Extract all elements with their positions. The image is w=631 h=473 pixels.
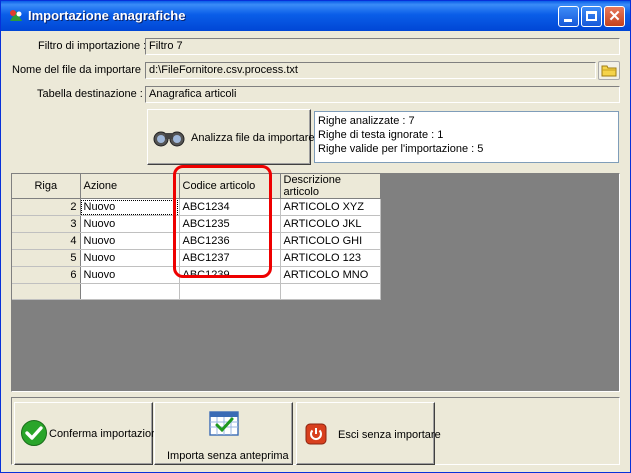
- import-without-preview-label: Importa senza anteprima: [167, 450, 289, 462]
- window-title: Importazione anagrafiche: [28, 8, 186, 23]
- analyze-file-button[interactable]: Analizza file da importare: [147, 109, 315, 165]
- cell-riga: 4: [12, 232, 81, 250]
- analyze-file-label: Analizza file da importare: [191, 132, 315, 144]
- binoculars-icon: [153, 131, 185, 147]
- cell-riga-empty: [12, 283, 81, 300]
- import-without-preview-button[interactable]: Importa senza anteprima: [154, 402, 293, 465]
- codice-column-highlight: [173, 165, 272, 278]
- results-line-valid: Righe valide per l'importazione : 5: [318, 143, 484, 155]
- minimize-button[interactable]: [558, 6, 579, 27]
- cell-descrizione[interactable]: ARTICOLO 123: [280, 249, 381, 267]
- results-line-analyzed: Righe analizzate : 7: [318, 115, 415, 127]
- results-line-ignored: Righe di testa ignorate : 1: [318, 129, 444, 141]
- app-icon: [10, 10, 22, 21]
- table-row-new[interactable]: [12, 283, 381, 300]
- exit-without-import-button[interactable]: Esci senza importare: [296, 402, 441, 465]
- file-label: Nome del file da importare :: [12, 64, 148, 76]
- confirm-import-label: Conferma importazior: [49, 428, 155, 440]
- cell-riga: 5: [12, 249, 81, 267]
- maximize-icon: [586, 11, 597, 21]
- cell-descrizione[interactable]: ARTICOLO XYZ: [280, 198, 381, 216]
- table-field[interactable]: Anagrafica articoli: [145, 86, 620, 103]
- close-icon: ✕: [608, 8, 621, 25]
- maximize-button[interactable]: [581, 6, 602, 27]
- calendar-check-icon: [209, 411, 239, 436]
- cell-riga: 3: [12, 215, 81, 233]
- folder-icon: [601, 65, 617, 77]
- cell-descrizione-empty[interactable]: [280, 283, 381, 300]
- col-header-azione[interactable]: Azione: [80, 174, 180, 199]
- file-path-field[interactable]: d:\FileFornitore.csv.process.txt: [145, 62, 596, 79]
- exit-without-import-label: Esci senza importare: [338, 429, 441, 441]
- cell-descrizione[interactable]: ARTICOLO GHI: [280, 232, 381, 250]
- close-button[interactable]: ✕: [604, 6, 625, 27]
- col-header-descrizione[interactable]: Descrizione articolo: [280, 174, 381, 199]
- cell-codice-empty[interactable]: [179, 283, 281, 300]
- col-header-riga[interactable]: Riga: [12, 174, 81, 199]
- title-bar[interactable]: Importazione anagrafiche ✕: [1, 1, 630, 31]
- filter-field[interactable]: Filtro 7: [145, 38, 620, 55]
- cell-descrizione[interactable]: ARTICOLO MNO: [280, 266, 381, 284]
- import-window: Importazione anagrafiche ✕ Filtro di imp…: [0, 0, 631, 473]
- cell-azione[interactable]: Nuovo: [80, 249, 180, 267]
- filter-label: Filtro di importazione :: [38, 40, 147, 52]
- power-icon: [305, 423, 327, 445]
- cell-azione-empty[interactable]: [80, 283, 180, 300]
- cell-azione[interactable]: Nuovo: [80, 198, 180, 216]
- preview-grid[interactable]: Riga Azione Codice articolo Descrizione …: [11, 173, 620, 392]
- cell-azione[interactable]: Nuovo: [80, 232, 180, 250]
- analysis-results: Righe analizzate : 7 Righe di testa igno…: [314, 111, 619, 163]
- table-label: Tabella destinazione :: [37, 88, 143, 100]
- cell-azione[interactable]: Nuovo: [80, 266, 180, 284]
- cell-azione[interactable]: Nuovo: [80, 215, 180, 233]
- cell-riga: 6: [12, 266, 81, 284]
- cell-descrizione[interactable]: ARTICOLO JKL: [280, 215, 381, 233]
- confirm-import-button[interactable]: Conferma importazior: [14, 402, 155, 465]
- minimize-icon: [564, 19, 572, 22]
- cell-riga: 2: [12, 198, 81, 216]
- browse-file-button[interactable]: [598, 61, 620, 80]
- check-circle-icon: [21, 420, 47, 446]
